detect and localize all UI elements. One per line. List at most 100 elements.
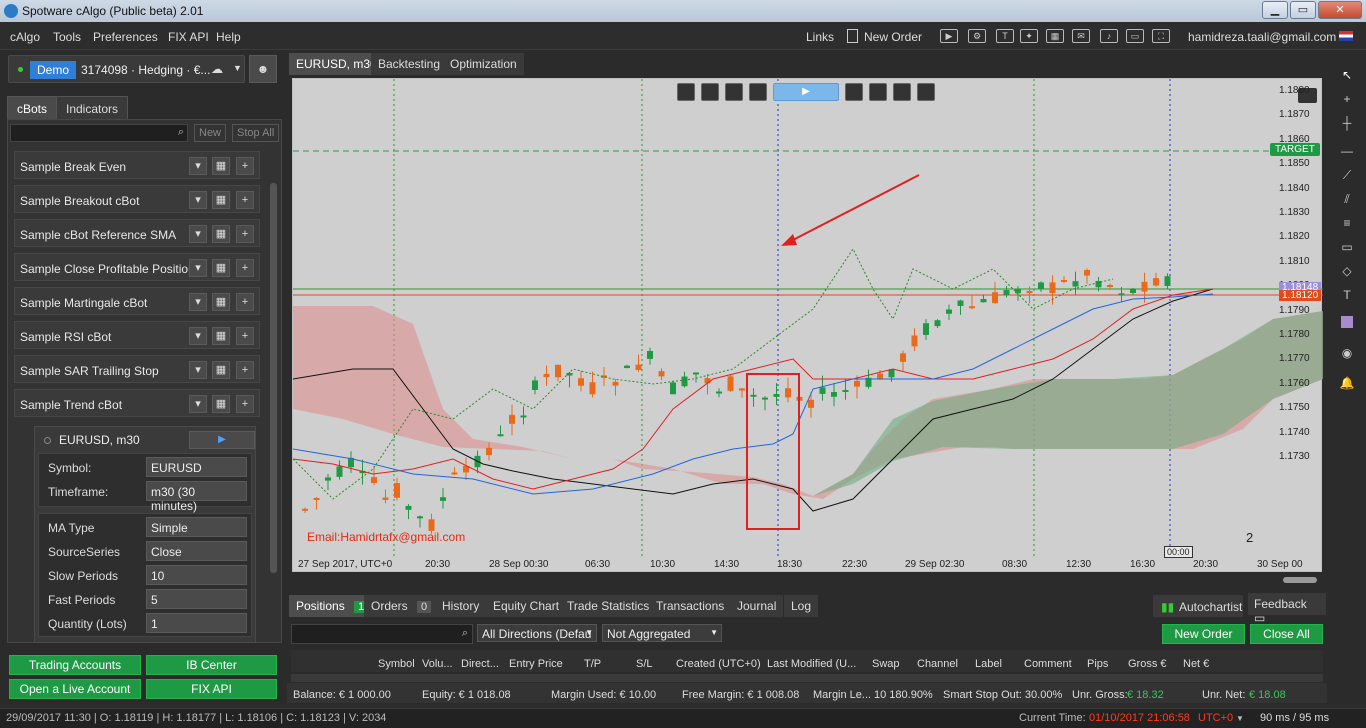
add-instance-icon[interactable]: + [236,225,254,243]
instances-icon[interactable]: ▦ [212,157,230,175]
positions-table-row[interactable] [291,674,1323,682]
param-input[interactable]: Simple [146,517,247,537]
column-header[interactable]: Label [975,658,1002,670]
links-link[interactable]: Links [806,30,834,44]
positions-search-input[interactable]: ⌕ [291,624,473,644]
instances-icon[interactable]: ▦ [212,191,230,209]
column-header[interactable]: Swap [872,658,900,670]
tab-bottom[interactable]: Log [784,595,819,617]
account-selector[interactable]: Demo 3174098 · Hedging · €... ☁ ▼ [8,55,245,83]
menu-calgo[interactable]: cAlgo [10,30,40,44]
crosshair-icon[interactable]: + [1339,92,1355,108]
chart-list-icon[interactable] [845,83,863,101]
video-icon[interactable]: ▶ [940,29,958,43]
add-instance-icon[interactable]: + [236,361,254,379]
menu-tools[interactable]: Tools [53,30,81,44]
param-input[interactable]: 10 [146,565,247,585]
autochartist-button[interactable]: ▮▮ Autochartist [1153,595,1243,617]
candle-type-icon[interactable] [725,83,743,101]
instances-icon[interactable]: ▦ [212,259,230,277]
column-header[interactable]: T/P [584,658,601,670]
chart-canvas[interactable] [293,79,1323,573]
column-header[interactable]: Direct... [461,658,499,670]
cbot-search-input[interactable]: ⌕ [10,124,188,142]
layout-icon[interactable]: ▭ [1126,29,1144,43]
column-header[interactable]: Entry Price [509,658,563,670]
left-scrollbar[interactable] [270,183,277,573]
column-header[interactable]: Gross € [1128,658,1167,670]
chevron-down-icon[interactable]: ▾ [189,191,207,209]
camera-icon[interactable]: ◉ [1339,346,1355,362]
menu-preferences[interactable]: Preferences [93,30,158,44]
facebook-icon[interactable] [869,83,887,101]
add-instance-icon[interactable]: + [236,191,254,209]
close-all-button[interactable]: Close All [1250,624,1323,644]
minimize-button[interactable]: ▁ [1262,1,1288,19]
cursor-icon[interactable]: ↖ [1339,68,1355,84]
add-instance-icon[interactable]: + [236,157,254,175]
add-instance-icon[interactable]: + [236,395,254,413]
trend-line-icon[interactable]: ⟋ [1339,168,1355,184]
column-header[interactable]: Last Modified (U... [767,658,856,670]
chevron-down-icon[interactable]: ▾ [189,157,207,175]
column-header[interactable]: Volu... [422,658,453,670]
language-flag-icon[interactable] [1339,31,1353,41]
fix-api-button[interactable]: FIX API [146,679,277,699]
column-header[interactable]: Channel [917,658,958,670]
profile-button[interactable]: ☻ [249,55,277,83]
cbot-item[interactable]: Sample RSI cBot ▾ ▦ + [14,321,260,349]
tab-cbots[interactable]: cBots [7,96,58,120]
tab-optimization[interactable]: Optimization [443,53,524,75]
new-cbot-button[interactable]: New [194,124,227,142]
column-header[interactable]: Pips [1087,658,1108,670]
cbot-item[interactable]: Sample Break Even ▾ ▦ + [14,151,260,179]
ib-center-button[interactable]: IB Center [146,655,277,675]
chart-play-button[interactable]: ▶ [773,83,839,101]
color-icon[interactable] [1341,316,1353,328]
tab-bottom[interactable]: Orders 0 [364,595,439,617]
horizontal-line-icon[interactable]: ┼ [1339,116,1355,132]
column-header[interactable]: Comment [1024,658,1072,670]
param-select[interactable]: m30 (30 minutes) [146,481,247,513]
menu-fix-api[interactable]: FIX API [168,30,209,44]
new-order-menu-button[interactable]: New Order [864,30,922,44]
param-input[interactable]: 1 [146,613,247,633]
open-live-account-button[interactable]: Open a Live Account [9,679,141,699]
param-input[interactable]: 5 [146,589,247,609]
automate-icon[interactable]: ✦ [1020,29,1038,43]
sound-icon[interactable]: ♪ [1100,29,1118,43]
menu-help[interactable]: Help [216,30,241,44]
chevron-down-icon[interactable]: ▾ [189,293,207,311]
tab-bottom[interactable]: Trade Statistics [560,595,657,617]
column-header[interactable]: S/L [636,658,653,670]
cbot-item[interactable]: Sample cBot Reference SMA ▾ ▦ + [14,219,260,247]
calculator-icon[interactable]: ▦ [1046,29,1064,43]
instance-play-button[interactable]: ▶ [189,431,255,449]
mail-icon[interactable]: ✉ [1072,29,1090,43]
zoom-icon[interactable] [677,83,695,101]
trading-accounts-button[interactable]: Trading Accounts [9,655,141,675]
cbot-item[interactable]: Sample SAR Trailing Stop ▾ ▦ + [14,355,260,383]
chevron-down-icon[interactable]: ▾ [189,361,207,379]
add-instance-icon[interactable]: + [236,327,254,345]
tab-bottom[interactable]: History [435,595,487,617]
instances-icon[interactable]: ▦ [212,395,230,413]
instances-icon[interactable]: ▦ [212,361,230,379]
cbot-item[interactable]: Sample Trend cBot ▾ ▦ + [14,389,260,417]
pattern-icon[interactable] [917,83,935,101]
instances-icon[interactable]: ▦ [212,225,230,243]
tab-chart-eurusd[interactable]: EURUSD, m30 [289,53,384,75]
chevron-down-icon[interactable]: ▾ [189,225,207,243]
chart-settings-icon[interactable] [701,83,719,101]
chart-tools-icon[interactable]: T [996,29,1014,43]
alert-icon[interactable]: 🔔 [1339,376,1355,392]
instances-icon[interactable]: ▦ [212,327,230,345]
chevron-down-icon[interactable]: ▾ [189,327,207,345]
tab-bottom[interactable]: Transactions [649,595,732,617]
channel-icon[interactable]: ≡ [1339,216,1355,232]
cbot-item[interactable]: Sample Martingale cBot ▾ ▦ + [14,287,260,315]
tab-indicators[interactable]: Indicators [56,96,129,120]
new-order-button[interactable]: New Order [1162,624,1245,644]
timezone-selector[interactable]: UTC+0 [1198,712,1233,724]
settings-icon[interactable]: ⚙ [968,29,986,43]
